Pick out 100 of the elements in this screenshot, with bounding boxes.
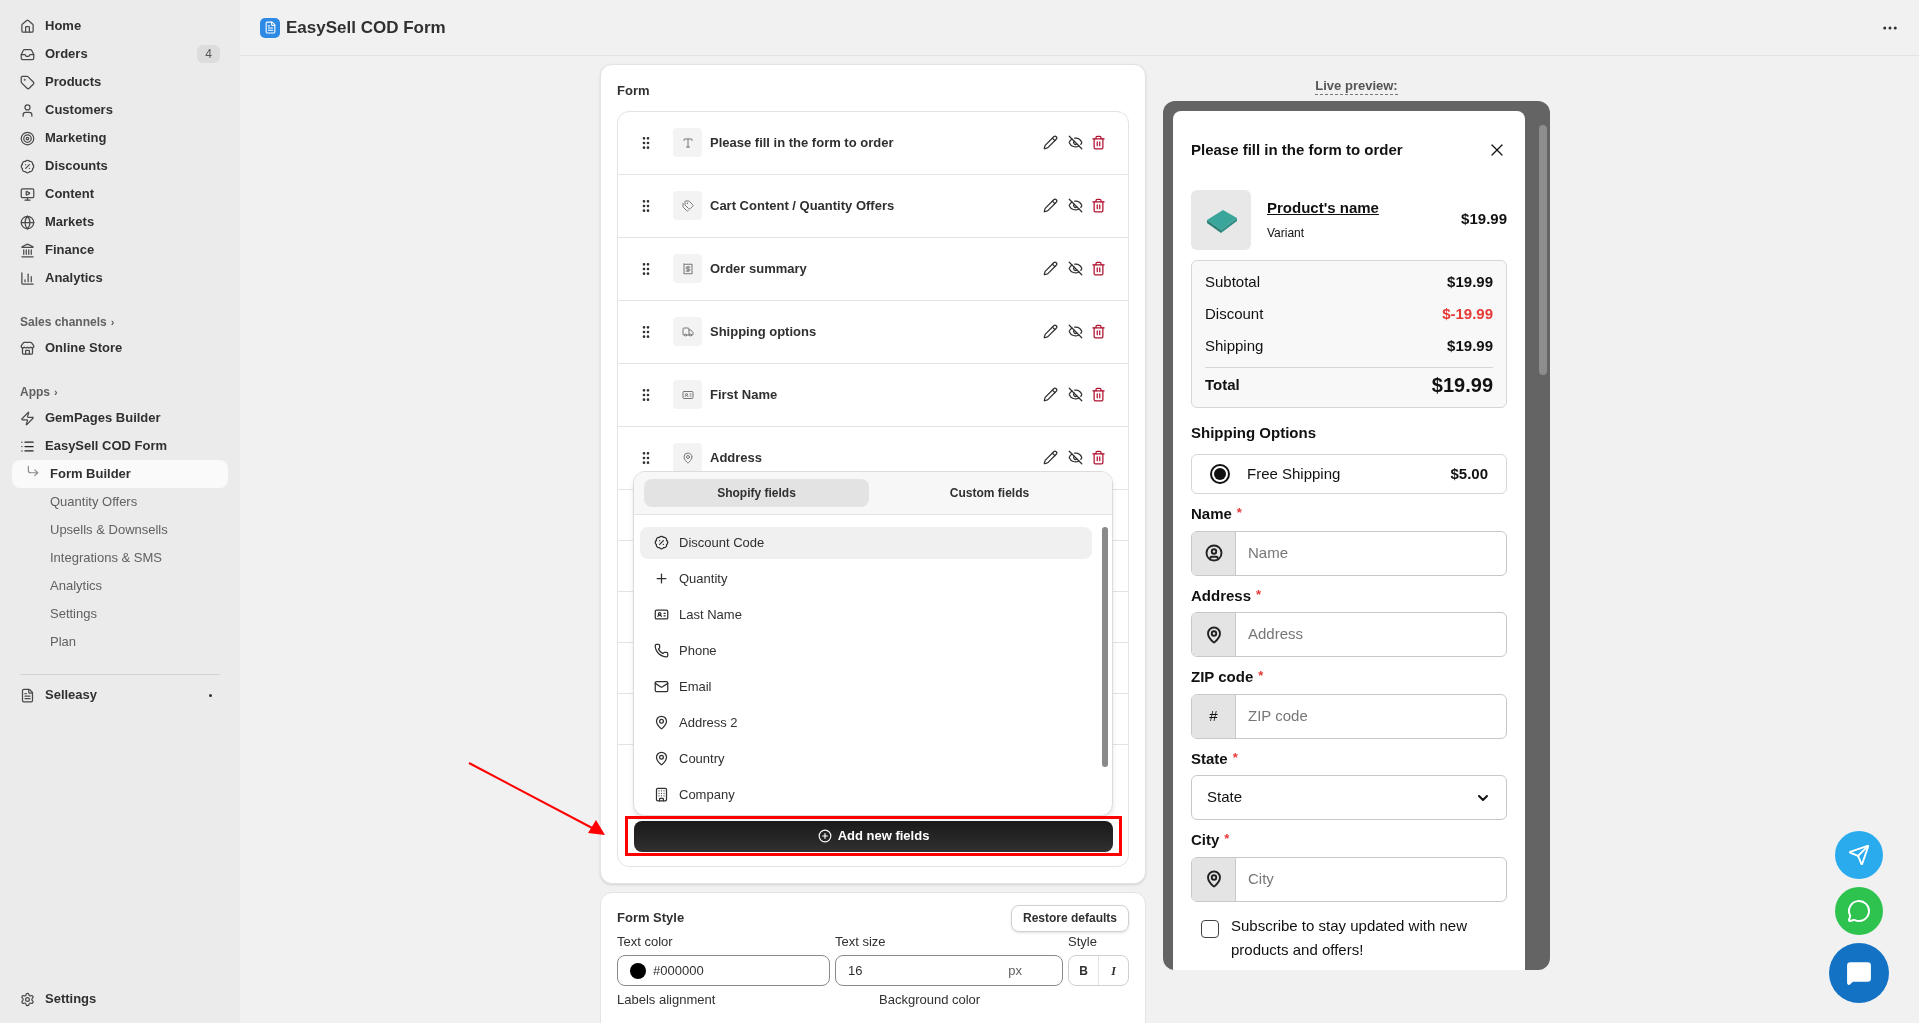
size-field[interactable]: 16 px — [835, 955, 1063, 986]
sub-nav-item[interactable]: Upsells & Downsells — [12, 516, 228, 544]
text-input[interactable]: # ZIP code — [1191, 693, 1507, 739]
tag-icon — [20, 74, 35, 90]
total-value: $19.99 — [1431, 373, 1493, 398]
telegram-button[interactable] — [1835, 831, 1883, 879]
picker-option[interactable]: Company — [640, 778, 1092, 811]
tags-icon — [681, 199, 694, 212]
delete-button[interactable] — [1089, 196, 1108, 215]
hide-button[interactable] — [1066, 322, 1085, 341]
phone-icon — [654, 643, 669, 658]
input-field[interactable]: ZIP code — [1236, 694, 1506, 738]
count-badge: 4 — [197, 45, 220, 63]
field-label: Labels alignment — [617, 992, 717, 1008]
shipping-option[interactable]: Free Shipping $5.00 — [1191, 454, 1507, 494]
app-icon — [20, 687, 35, 703]
hide-button[interactable] — [1066, 196, 1085, 215]
edit-button[interactable] — [1041, 385, 1060, 404]
radio-button[interactable] — [1210, 464, 1230, 484]
delete-button[interactable] — [1089, 448, 1108, 467]
picker-option[interactable]: Last Name — [640, 598, 1092, 631]
delete-button[interactable] — [1089, 259, 1108, 278]
product-price: $19.99 — [1461, 209, 1507, 230]
edit-button[interactable] — [1041, 322, 1060, 341]
nav-item[interactable]: Products — [12, 68, 228, 96]
subscribe-checkbox[interactable] — [1201, 919, 1219, 938]
chevron-icon: › — [110, 313, 115, 331]
section-heading[interactable]: Sales channels › — [12, 310, 228, 334]
input-field[interactable]: Address — [1236, 613, 1506, 656]
bold-button[interactable]: B — [1069, 956, 1099, 985]
scrollbar[interactable] — [1538, 125, 1547, 375]
preview-heading: Live preview: — [1315, 78, 1398, 95]
sub-nav-item[interactable]: Quantity Offers — [12, 488, 228, 516]
app-logo-icon — [260, 17, 280, 38]
picker-option[interactable]: Quantity — [640, 562, 1092, 595]
field-label: Style — [1068, 932, 1098, 951]
speech-bubble-icon — [1847, 899, 1871, 923]
nav-item[interactable]: Finance — [12, 236, 228, 264]
hide-button[interactable] — [1066, 448, 1085, 467]
hide-button[interactable] — [1066, 133, 1085, 152]
input-field[interactable]: Name — [1236, 531, 1506, 575]
state-select[interactable]: State — [1191, 775, 1507, 820]
picker-tab[interactable]: Custom fields — [877, 478, 1102, 507]
edit-button[interactable] — [1041, 259, 1060, 278]
nav-item[interactable]: Settings — [12, 985, 228, 1013]
sub-nav-item[interactable]: Plan — [12, 628, 228, 656]
mail-icon — [654, 679, 669, 694]
nav-item[interactable]: Analytics — [12, 264, 228, 292]
field-label: Order summary — [710, 259, 808, 278]
summary-label: Shipping — [1205, 336, 1264, 357]
home-icon — [20, 18, 35, 34]
required-mark: * — [1232, 749, 1238, 765]
sub-nav-item[interactable]: Integrations & SMS — [12, 544, 228, 572]
color-field[interactable]: #000000 — [617, 955, 830, 986]
nav-item[interactable]: GemPages Builder — [12, 404, 228, 432]
nav-item[interactable]: Orders 4 — [12, 40, 228, 68]
picker-option[interactable]: Country — [640, 742, 1092, 775]
nav-item[interactable]: Online Store — [12, 334, 228, 362]
nav-item[interactable]: Content — [12, 180, 228, 208]
product-name-link[interactable]: Product's name — [1267, 197, 1462, 220]
picker-tab[interactable]: Shopify fields — [644, 478, 869, 507]
sub-nav-item[interactable]: Settings — [12, 600, 228, 628]
nav-item[interactable]: Home — [12, 12, 228, 40]
italic-button[interactable]: I — [1099, 956, 1128, 985]
sub-nav-item[interactable]: Form Builder — [12, 460, 228, 488]
picker-option[interactable]: Discount Code — [640, 526, 1092, 559]
required-mark: * — [1224, 831, 1230, 846]
edit-button[interactable] — [1041, 196, 1060, 215]
list-icon — [20, 438, 35, 454]
text-input[interactable]: Name — [1191, 530, 1507, 576]
hide-button[interactable] — [1066, 259, 1085, 278]
scrollbar[interactable] — [1102, 526, 1108, 767]
field-label: Shipping options — [710, 322, 818, 341]
map-pin-icon — [1204, 625, 1223, 644]
summary-label: Discount — [1205, 304, 1264, 325]
delete-button[interactable] — [1089, 133, 1108, 152]
section-heading[interactable]: Apps › — [12, 380, 228, 404]
edit-button[interactable] — [1041, 133, 1060, 152]
picker-option[interactable]: Email — [640, 670, 1092, 703]
nav-item[interactable]: Customers — [12, 96, 228, 124]
edit-button[interactable] — [1041, 448, 1060, 467]
chat-button[interactable] — [1829, 943, 1889, 1003]
delete-button[interactable] — [1089, 322, 1108, 341]
store-icon — [20, 340, 35, 356]
hide-button[interactable] — [1066, 385, 1085, 404]
sub-nav-item[interactable]: Analytics — [12, 572, 228, 600]
nav-item[interactable]: Marketing — [12, 124, 228, 152]
nav-item[interactable]: EasySell COD Form — [12, 432, 228, 460]
delete-button[interactable] — [1089, 385, 1108, 404]
field-label: City — [1191, 831, 1220, 848]
nav-item[interactable]: Markets — [12, 208, 228, 236]
text-input[interactable]: City — [1191, 856, 1507, 902]
add-fields-button[interactable]: Add new fields — [634, 820, 1113, 852]
picker-option[interactable]: Address 2 — [640, 706, 1092, 739]
input-field[interactable]: City — [1236, 857, 1506, 901]
picker-option[interactable]: Phone — [640, 634, 1092, 667]
text-input[interactable]: Address — [1191, 612, 1507, 657]
nav-item[interactable]: Selleasy — [12, 681, 228, 709]
nav-item[interactable]: Discounts — [12, 152, 228, 180]
restore-defaults-button[interactable]: Restore defaults — [1010, 904, 1129, 932]
